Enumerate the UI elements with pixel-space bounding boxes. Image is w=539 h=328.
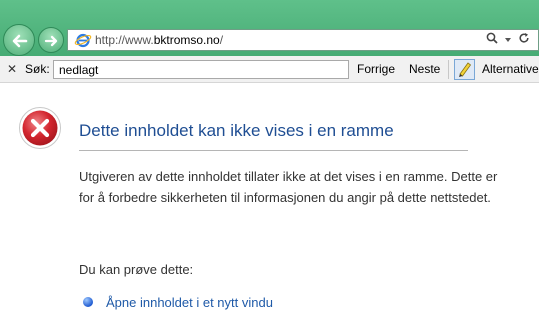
forward-arrow-icon	[44, 35, 58, 47]
find-separator	[448, 60, 449, 79]
dropdown-icon[interactable]	[504, 33, 512, 47]
url-suffix: /	[219, 33, 224, 47]
url-prefix: http://www.	[95, 33, 154, 47]
back-button[interactable]	[3, 24, 35, 56]
find-close-icon[interactable]: ✕	[7, 62, 17, 76]
browser-toolbar: http://www.bktromso.no/	[0, 0, 539, 56]
refresh-icon[interactable]	[518, 32, 530, 47]
title-divider	[79, 150, 468, 151]
highlighter-icon	[459, 62, 472, 77]
try-label: Du kan prøve dette:	[79, 262, 194, 277]
error-title: Dette innholdet kan ikke vises i en ramm…	[79, 121, 394, 140]
back-arrow-icon	[12, 34, 28, 48]
open-in-new-window-link[interactable]: Åpne innholdet i et nytt vindu	[106, 295, 273, 310]
highlight-button[interactable]	[454, 59, 475, 80]
find-next-button[interactable]: Neste	[409, 62, 440, 76]
address-tools	[480, 32, 530, 47]
find-options-button[interactable]: Alternativer	[482, 62, 539, 76]
forward-button[interactable]	[38, 27, 64, 53]
bullet-icon	[83, 297, 93, 307]
address-bar[interactable]: http://www.bktromso.no/	[67, 29, 539, 51]
url-host: bktromso.no	[153, 33, 220, 47]
search-icon[interactable]	[486, 32, 498, 47]
find-label: Søk:	[25, 62, 50, 76]
find-previous-button[interactable]: Forrige	[357, 62, 395, 76]
error-x-icon	[19, 107, 61, 149]
find-input[interactable]	[53, 60, 349, 79]
error-description: Utgiveren av dette innholdet tillater ik…	[79, 169, 498, 205]
ie-icon	[74, 33, 92, 48]
url-text[interactable]: http://www.bktromso.no/	[95, 33, 223, 47]
find-bar: ✕ Søk: Forrige Neste Alternativer	[0, 56, 539, 83]
